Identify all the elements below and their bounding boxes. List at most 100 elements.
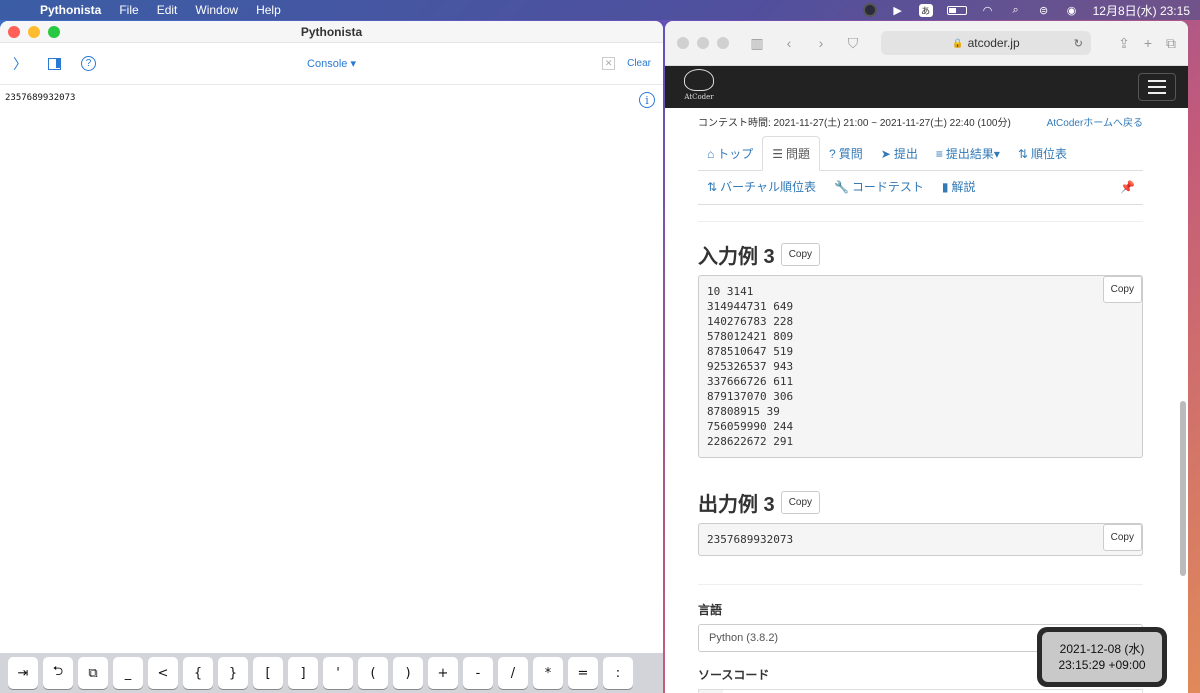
key-close-paren[interactable]: ) bbox=[393, 657, 423, 689]
key-close-brace[interactable]: } bbox=[218, 657, 248, 689]
input-line: 925326537 943 bbox=[707, 360, 794, 373]
console-output[interactable]: 2357689932073 i bbox=[0, 85, 663, 635]
key-colon[interactable]: : bbox=[603, 657, 633, 689]
key-tab[interactable]: ⇥ bbox=[8, 657, 38, 689]
tab-standings[interactable]: ⇅ 順位表 bbox=[1009, 137, 1076, 170]
input-example-box[interactable]: Copy 10 3141 314944731 649 140276783 228… bbox=[698, 275, 1143, 458]
reload-icon[interactable]: ↻ bbox=[1074, 37, 1083, 50]
zoom-button[interactable] bbox=[48, 26, 60, 38]
pythonista-titlebar: Pythonista bbox=[0, 21, 663, 43]
tab-editorial[interactable]: ▮ 解説 bbox=[933, 170, 985, 203]
key-quote[interactable]: ' bbox=[323, 657, 353, 689]
tab-code-test[interactable]: 🔧 コードテスト bbox=[825, 170, 933, 203]
atcoder-logo[interactable]: AtCoder bbox=[677, 69, 721, 105]
input-example-title: 入力例 3 bbox=[698, 246, 775, 268]
address-bar[interactable]: 🔒 atcoder.jp ↻ bbox=[881, 31, 1091, 55]
safari-zoom-button[interactable] bbox=[717, 37, 729, 49]
menu-clock[interactable]: 12月8日(水) 23:15 bbox=[1093, 2, 1190, 19]
menu-app-name[interactable]: Pythonista bbox=[40, 3, 101, 17]
tab-submit-label: 提出 bbox=[893, 147, 918, 161]
tab-virtual-standings[interactable]: ⇅ バーチャル順位表 bbox=[698, 170, 825, 203]
copy-button[interactable]: Copy bbox=[1102, 276, 1142, 303]
key-less-than[interactable]: < bbox=[148, 657, 178, 689]
contest-time: コンテスト時間: 2021-11-27(土) 21:00 ~ 2021-11-2… bbox=[698, 118, 1011, 129]
tab-clarifications[interactable]: ? 質問 bbox=[820, 137, 872, 170]
chevron-right-icon[interactable]: 〉 bbox=[12, 54, 28, 74]
clock-widget[interactable]: 2021-12-08 (水) 23:15:29 +09:00 bbox=[1037, 627, 1167, 687]
clear-button[interactable]: Clear bbox=[627, 58, 651, 69]
input-example-header: 入力例 3 Copy bbox=[698, 240, 1143, 269]
close-button[interactable] bbox=[8, 26, 20, 38]
tab-top-label: トップ bbox=[717, 147, 754, 161]
scrollbar[interactable] bbox=[1180, 401, 1186, 576]
tab-submissions[interactable]: ≡ 提出結果▾ bbox=[927, 137, 1009, 170]
clear-x-icon[interactable]: ✕ bbox=[602, 57, 616, 70]
menu-window[interactable]: Window bbox=[195, 3, 238, 17]
hamburger-menu-button[interactable] bbox=[1138, 73, 1176, 101]
wrench-icon: 🔧 bbox=[833, 179, 849, 194]
menu-file[interactable]: File bbox=[119, 3, 138, 17]
key-asterisk[interactable]: * bbox=[533, 657, 563, 689]
tab-virtual-label: バーチャル順位表 bbox=[720, 180, 816, 194]
input-line: 756059990 244 bbox=[707, 420, 794, 433]
tab-submit[interactable]: ➤ 提出 bbox=[872, 137, 927, 170]
key-open-paren[interactable]: ( bbox=[358, 657, 388, 689]
menu-help[interactable]: Help bbox=[256, 3, 281, 17]
clock-display: 2021-12-08 (水) 23:15:29 +09:00 bbox=[1042, 632, 1162, 682]
key-open-bracket[interactable]: [ bbox=[253, 657, 283, 689]
forward-icon[interactable]: › bbox=[813, 35, 829, 51]
console-toolbar: 〉 ? Console ▾ ✕ Clear bbox=[0, 43, 663, 85]
code-editor[interactable]: 1 bbox=[698, 689, 1143, 693]
sidebar-toggle-icon[interactable] bbox=[48, 57, 61, 70]
minimize-button[interactable] bbox=[28, 26, 40, 38]
safari-minimize-button[interactable] bbox=[697, 37, 709, 49]
output-example-box[interactable]: Copy 2357689932073 bbox=[698, 523, 1143, 556]
copy-button[interactable]: Copy bbox=[780, 491, 821, 514]
home-icon: ⌂ bbox=[707, 146, 715, 161]
output-line: 2357689932073 bbox=[707, 533, 794, 546]
key-undo[interactable]: ⮌ bbox=[43, 657, 73, 689]
help-icon[interactable]: ? bbox=[81, 56, 96, 71]
key-underscore[interactable]: _ bbox=[113, 657, 143, 689]
new-tab-icon[interactable]: + bbox=[1144, 35, 1152, 52]
tab-codetest-label: コードテスト bbox=[851, 180, 924, 194]
sidebar-icon[interactable]: ▥ bbox=[749, 35, 765, 52]
play-icon[interactable]: ▶ bbox=[891, 3, 905, 17]
key-close-bracket[interactable]: ] bbox=[288, 657, 318, 689]
pin-icon[interactable]: 📌 bbox=[1120, 180, 1135, 194]
copy-button[interactable]: Copy bbox=[780, 243, 821, 266]
key-open-brace[interactable]: { bbox=[183, 657, 213, 689]
input-line: 337666726 611 bbox=[707, 375, 794, 388]
shield-icon[interactable]: ⛉ bbox=[845, 35, 861, 52]
key-slash[interactable]: / bbox=[498, 657, 528, 689]
info-icon[interactable]: i bbox=[639, 92, 655, 108]
send-icon: ➤ bbox=[880, 146, 891, 161]
status-app-icon[interactable] bbox=[862, 3, 877, 17]
control-center-icon[interactable]: ⊜ bbox=[1037, 3, 1051, 17]
siri-icon[interactable]: ◉ bbox=[1065, 3, 1079, 17]
tab-tasks[interactable]: ☰ 問題 bbox=[762, 136, 821, 171]
menu-edit[interactable]: Edit bbox=[157, 3, 178, 17]
share-icon[interactable]: ⇪ bbox=[1118, 35, 1130, 52]
back-icon[interactable]: ‹ bbox=[781, 35, 797, 51]
battery-icon[interactable] bbox=[946, 5, 967, 15]
menu-bar: Pythonista File Edit Window Help ▶ あ ◠ ⌕… bbox=[0, 0, 1200, 20]
tab-tasks-label: 問題 bbox=[786, 147, 811, 161]
console-dropdown[interactable]: Console ▾ bbox=[307, 57, 356, 70]
key-equals[interactable]: = bbox=[568, 657, 598, 689]
safari-toolbar: ▥ ‹ › ⛉ 🔒 atcoder.jp ↻ ⇪ + ⧉ bbox=[665, 21, 1188, 66]
tabs-overview-icon[interactable]: ⧉ bbox=[1166, 35, 1176, 52]
safari-close-button[interactable] bbox=[677, 37, 689, 49]
key-plus[interactable]: + bbox=[428, 657, 458, 689]
key-minus[interactable]: - bbox=[463, 657, 493, 689]
apple-icon[interactable] bbox=[10, 3, 24, 17]
wifi-icon[interactable]: ◠ bbox=[981, 3, 995, 17]
key-copy[interactable]: ⧉ bbox=[78, 657, 108, 689]
copy-button[interactable]: Copy bbox=[1102, 524, 1142, 551]
home-link[interactable]: AtCoderホームへ戻る bbox=[1047, 114, 1143, 129]
tab-top[interactable]: ⌂ トップ bbox=[698, 137, 762, 170]
sort-icon: ⇅ bbox=[707, 179, 718, 194]
search-icon[interactable]: ⌕ bbox=[1009, 3, 1023, 17]
input-method-icon[interactable]: あ bbox=[918, 3, 933, 17]
language-value: Python (3.8.2) bbox=[709, 632, 779, 644]
